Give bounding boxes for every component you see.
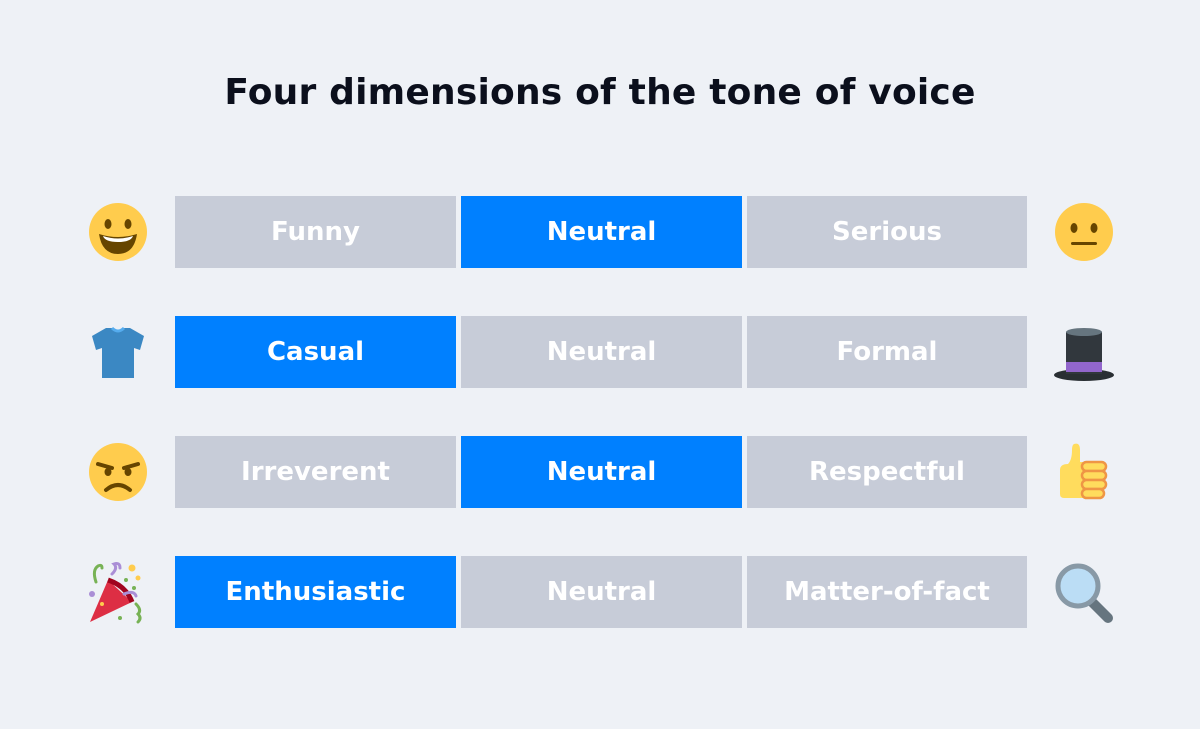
neutral-face-icon [1052,200,1116,264]
option-respectful[interactable]: Respectful [747,436,1027,508]
option-casual-selected[interactable]: Casual [175,316,456,388]
option-neutral-selected[interactable]: Neutral [461,436,742,508]
dimension-row-casual-formal: Casual Neutral Formal [0,316,1200,388]
magnifying-glass-icon [1052,560,1116,624]
option-formal[interactable]: Formal [747,316,1027,388]
thumbs-up-icon [1052,440,1116,504]
option-neutral-selected[interactable]: Neutral [461,196,742,268]
option-neutral[interactable]: Neutral [461,316,742,388]
option-irreverent[interactable]: Irreverent [175,436,456,508]
option-matter-of-fact[interactable]: Matter-of-fact [747,556,1027,628]
t-shirt-icon [86,320,150,384]
party-popper-icon [86,560,150,624]
dimension-row-enthusiastic-matter-of-fact: Enthusiastic Neutral Matter-of-fact [0,556,1200,628]
option-serious[interactable]: Serious [747,196,1027,268]
page-title: Four dimensions of the tone of voice [224,72,976,113]
angry-face-icon [86,440,150,504]
dimension-row-funny-serious: Funny Neutral Serious [0,196,1200,268]
option-enthusiastic-selected[interactable]: Enthusiastic [175,556,456,628]
grinning-face-icon [86,200,150,264]
option-neutral[interactable]: Neutral [461,556,742,628]
dimension-row-irreverent-respectful: Irreverent Neutral Respectful [0,436,1200,508]
option-funny[interactable]: Funny [175,196,456,268]
top-hat-icon [1052,320,1116,384]
